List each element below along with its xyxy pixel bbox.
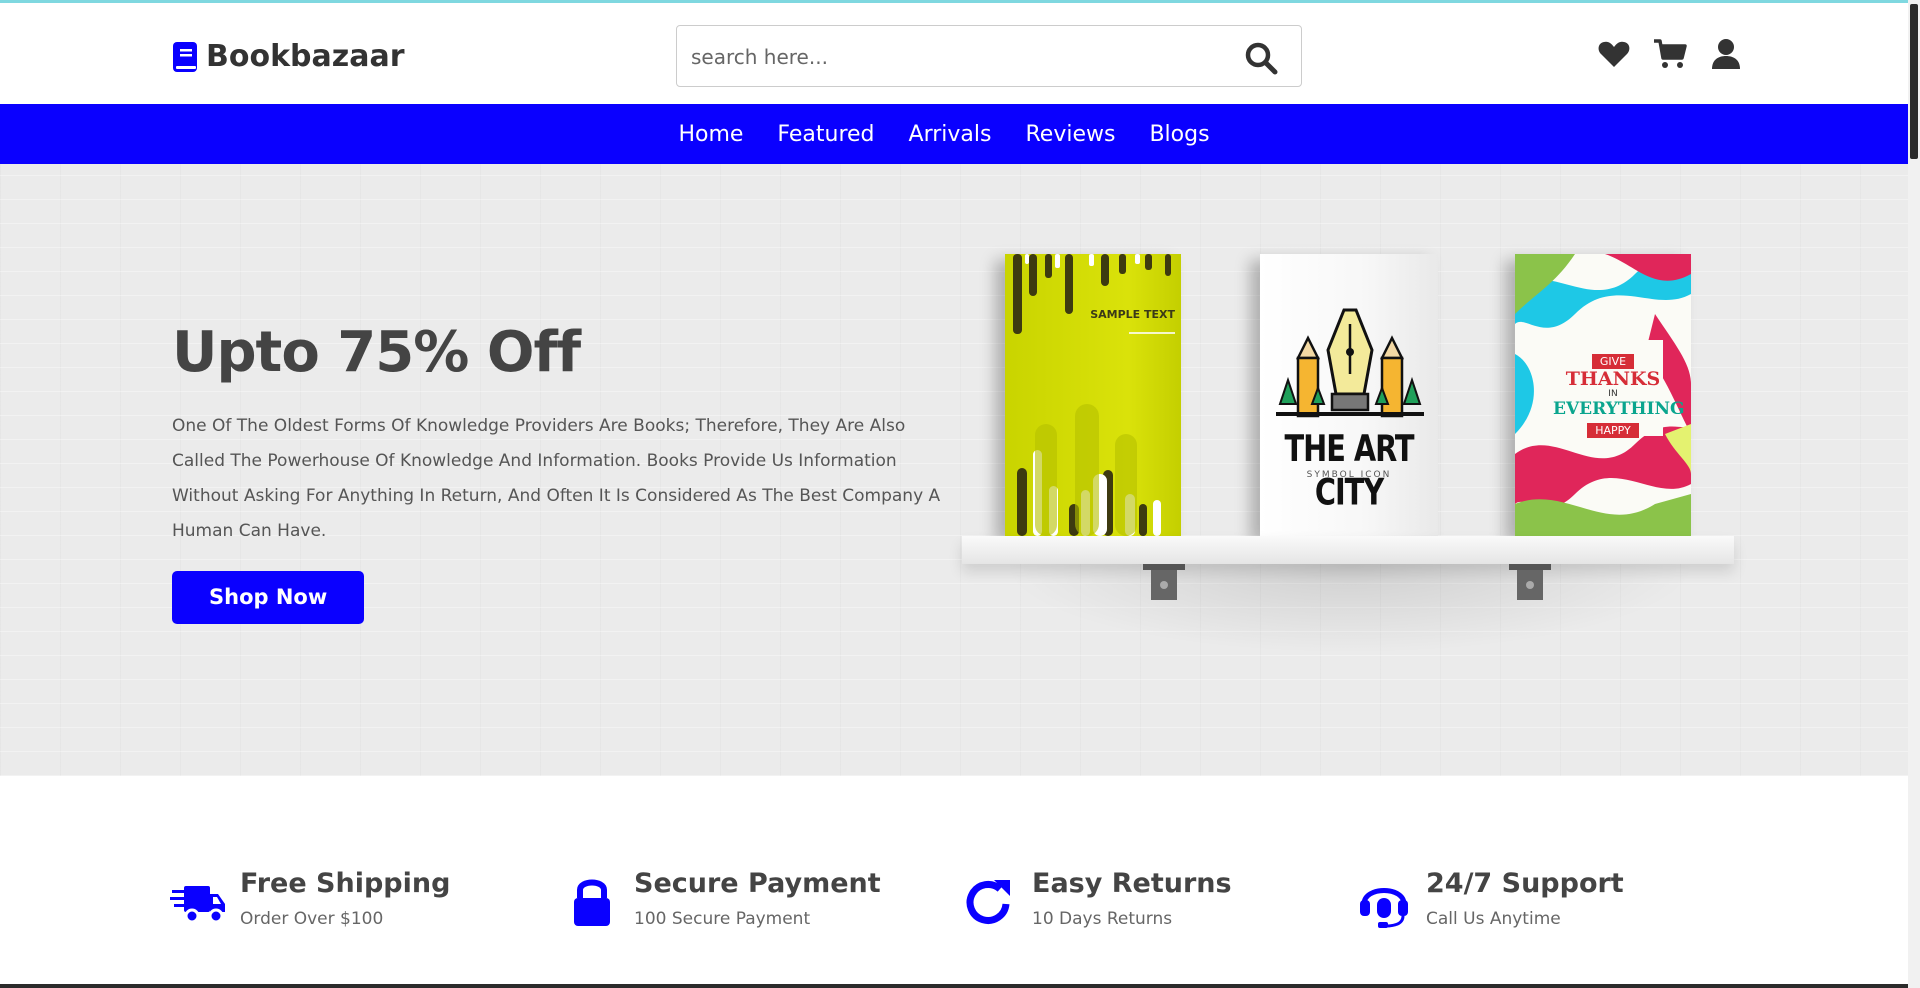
features-section: Free Shipping Order Over $100 Secure Pay…	[0, 776, 1908, 986]
feature-text: 24/7 Support Call Us Anytime	[1426, 868, 1624, 930]
book-cover-3[interactable]: GIVE THANKS IN EVERYTHING HAPPY	[1515, 254, 1691, 536]
header-top: Bookbazaar	[0, 3, 1908, 104]
hero-section: Upto 75% Off One Of The Oldest Forms Of …	[0, 164, 1908, 776]
brand-logo[interactable]: Bookbazaar	[172, 39, 405, 74]
redo-icon	[966, 880, 1010, 924]
book-2-subtitle: SYMBOL ICON	[1306, 470, 1392, 480]
nav-featured[interactable]: Featured	[777, 122, 874, 147]
feature-text: Secure Payment 100 Secure Payment	[634, 868, 881, 930]
feature-easy-returns: Easy Returns 10 Days Returns	[962, 868, 1232, 930]
book-icon	[173, 41, 197, 72]
headset-icon	[1360, 888, 1408, 928]
book-3-thanks: THANKS	[1565, 368, 1661, 390]
book-cover-1[interactable]: SAMPLE TEXT	[1005, 254, 1181, 536]
feature-text: Easy Returns 10 Days Returns	[1032, 868, 1232, 930]
book-shelf: SAMPLE TEXT THE ART CITY SYMBOL ICON GIV…	[960, 254, 1740, 674]
feature-subtitle: 100 Secure Payment	[634, 909, 811, 929]
search-icon[interactable]	[1243, 40, 1279, 76]
shelf-bracket-left	[1143, 564, 1185, 600]
scrollbar-thumb[interactable]	[1910, 4, 1918, 159]
lock-icon	[574, 879, 610, 926]
feature-subtitle: 10 Days Returns	[1032, 909, 1173, 929]
feature-title: Easy Returns	[1032, 868, 1232, 899]
navbar: Home Featured Arrivals Reviews Blogs	[0, 104, 1908, 164]
cart-icon[interactable]	[1653, 37, 1687, 71]
nav-home[interactable]: Home	[678, 122, 743, 147]
book-3-everything: EVERYTHING	[1553, 399, 1685, 419]
book-cover-2[interactable]: THE ART CITY SYMBOL ICON	[1260, 254, 1438, 536]
nav-arrivals[interactable]: Arrivals	[909, 122, 992, 147]
feature-secure-payment: Secure Payment 100 Secure Payment	[564, 868, 881, 930]
shelf-shadow	[1000, 564, 1700, 654]
book-3-happy: HAPPY	[1587, 423, 1639, 438]
shelf-board	[962, 536, 1734, 564]
book-3-in: IN	[1608, 389, 1618, 399]
book-3-text: GIVE THANKS IN EVERYTHING HAPPY	[1553, 350, 1685, 438]
feature-title: Secure Payment	[634, 868, 881, 899]
nav-blogs[interactable]: Blogs	[1149, 122, 1209, 147]
feature-text: Free Shipping Order Over $100	[240, 868, 450, 930]
book-3-give: GIVE	[1591, 354, 1635, 369]
feature-subtitle: Order Over $100	[240, 909, 384, 929]
search-form	[676, 25, 1302, 87]
feature-free-shipping: Free Shipping Order Over $100	[170, 868, 450, 930]
hero-title: Upto 75% Off	[172, 320, 581, 385]
bottom-border	[0, 984, 1908, 988]
feature-support: 24/7 Support Call Us Anytime	[1356, 868, 1624, 930]
truck-icon	[170, 886, 225, 924]
shop-now-button[interactable]: Shop Now	[172, 571, 365, 624]
book-1-label: SAMPLE TEXT	[1090, 308, 1175, 321]
brand-name: Bookbazaar	[206, 39, 405, 74]
header-icons	[1597, 37, 1743, 71]
feature-subtitle: Call Us Anytime	[1426, 909, 1561, 929]
nav-reviews[interactable]: Reviews	[1025, 122, 1115, 147]
book-1-art	[1013, 254, 1175, 536]
feature-title: Free Shipping	[240, 868, 451, 899]
scrollbar[interactable]	[1908, 0, 1920, 988]
heart-icon[interactable]	[1597, 37, 1631, 71]
shelf-bracket-right	[1509, 564, 1551, 600]
hero-description: One Of The Oldest Forms Of Knowledge Pro…	[172, 416, 941, 541]
hero-content: Upto 75% Off One Of The Oldest Forms Of …	[172, 320, 952, 624]
feature-title: 24/7 Support	[1426, 868, 1624, 899]
user-icon[interactable]	[1709, 37, 1743, 71]
header-nav: Home Featured Arrivals Reviews Blogs	[0, 104, 1908, 164]
search-input[interactable]	[691, 38, 1211, 76]
